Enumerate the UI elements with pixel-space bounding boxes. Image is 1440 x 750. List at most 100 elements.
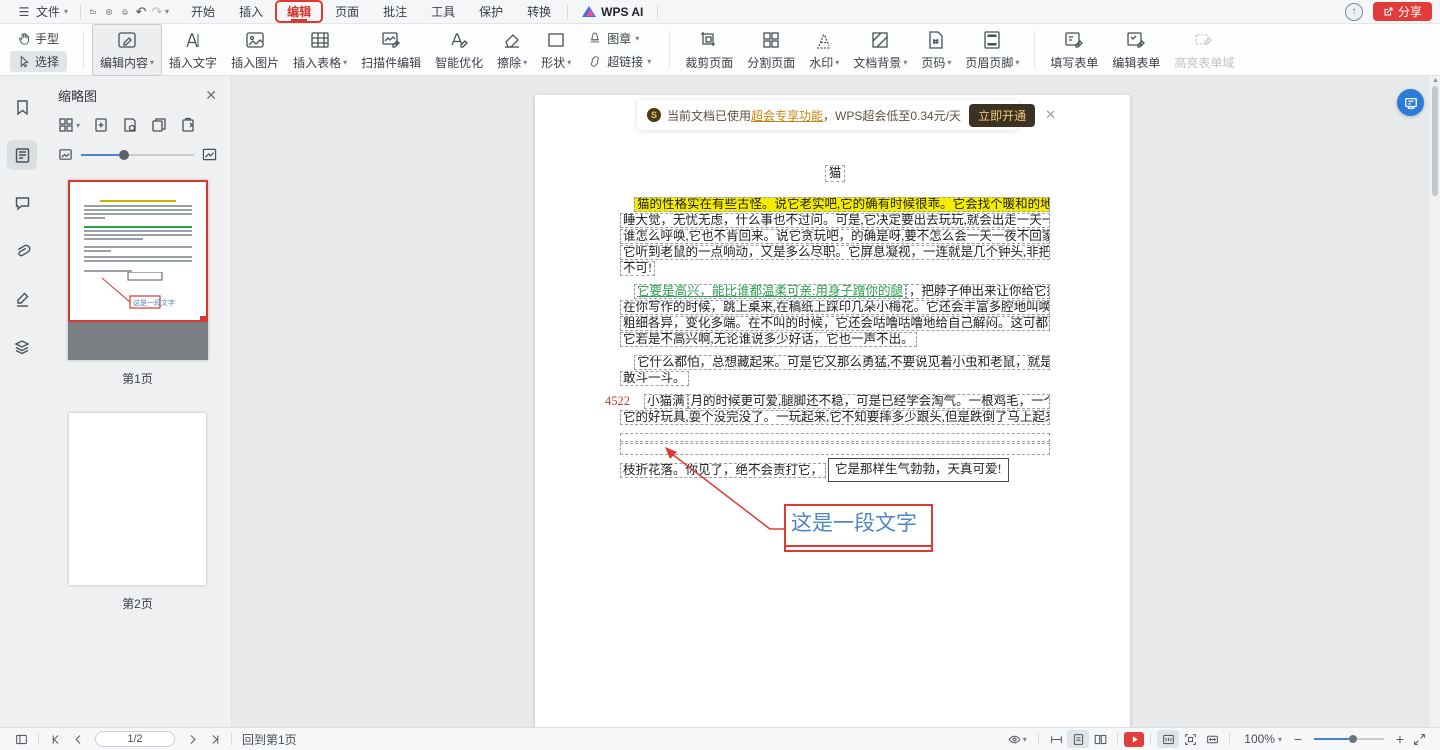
zoom-slider-knob[interactable] xyxy=(1349,735,1357,743)
text-segment[interactable]: 猫的性格实在有些古怪。说它老实吧,它的确有时候很乖。它会找个暖和的地方，成天 xyxy=(634,197,1050,212)
layers-icon[interactable] xyxy=(7,332,37,362)
small-thumbnail-icon[interactable] xyxy=(58,147,73,162)
text-segment[interactable]: ，把脖子伸出来让你给它抓痒，或是 xyxy=(906,284,1050,299)
text-segment[interactable]: 它若是不高兴啊,无论谁说多少好话，它也一声不出。 xyxy=(620,332,917,347)
tab-5[interactable]: 工具 xyxy=(419,0,467,23)
document-title[interactable]: 猫 xyxy=(620,165,1050,182)
close-icon[interactable]: ✕ xyxy=(205,87,217,104)
text-line-13[interactable] xyxy=(620,433,1050,442)
annotation-text-box[interactable]: 这是一段文字 xyxy=(784,504,933,552)
zoom-level-dropdown[interactable]: 100% ▾ xyxy=(1244,732,1282,746)
select-tool-button[interactable]: 选择 xyxy=(10,51,67,72)
tab-4[interactable]: 批注 xyxy=(371,0,419,23)
ribbon-button-编辑表单[interactable]: 编辑表单 xyxy=(1105,25,1167,75)
text-segment[interactable]: 它什么都怕，总想藏起来。可是它又那么勇猛,不要说见着小虫和老鼠，就是遇上蛇也 xyxy=(634,355,1050,370)
cloud-upload-icon[interactable]: ↑ xyxy=(1345,3,1363,21)
thumbnail-icon[interactable] xyxy=(7,140,37,170)
two-page-view-icon[interactable] xyxy=(1089,730,1111,748)
tab-1[interactable]: 插入 xyxy=(227,0,275,23)
view-mode-dropdown[interactable]: ▾ xyxy=(1002,730,1032,748)
paste-page-icon[interactable] xyxy=(180,117,196,133)
text-line-5[interactable]: 它要是高兴，能比谁都温柔可亲:用身子蹭你的腿，把脖子伸出来让你给它抓痒，或是 xyxy=(634,284,1050,299)
undo-icon[interactable]: ↶ xyxy=(133,4,149,20)
ribbon-button-扫描件编辑[interactable]: 扫描件编辑 xyxy=(354,25,428,75)
large-thumbnail-icon[interactable] xyxy=(202,147,217,162)
ribbon-button-插入文字[interactable]: 插入文字 xyxy=(162,25,224,75)
fit-page-icon[interactable] xyxy=(1179,730,1201,748)
page-thumbnail-1[interactable]: 这是一段文字 xyxy=(68,180,208,360)
text-segment[interactable]: 在你写作的时候，跳上桌来,在稿纸上踩印几朵小梅花。它还会丰富多腔地叫唤,长短不同… xyxy=(620,300,1050,315)
text-segment[interactable]: 敢斗一斗。 xyxy=(620,371,689,386)
tab-7[interactable]: 转换 xyxy=(515,0,563,23)
text-line-8[interactable]: 它若是不高兴啊,无论谁说多少好话，它也一声不出。 xyxy=(620,332,1050,347)
thumbnail-size-slider[interactable] xyxy=(81,154,194,156)
scrollbar-thumb[interactable] xyxy=(1432,86,1438,196)
first-page-button[interactable] xyxy=(45,730,67,748)
back-to-first-page-button[interactable]: 回到第1页 xyxy=(238,731,301,748)
prev-page-button[interactable] xyxy=(67,730,89,748)
banner-close-icon[interactable]: ✕ xyxy=(1045,107,1056,123)
file-menu[interactable]: ☰ 文件 ▾ xyxy=(8,0,76,24)
tab-6[interactable]: 保护 xyxy=(467,0,515,23)
text-segment[interactable]: 月的时候更可爱,腿脚还不稳，可是已经学会淘气。一根鸡毛，一个线团，都是 xyxy=(688,394,1050,409)
scroll-up-arrow[interactable]: ▲ xyxy=(1432,77,1439,84)
text-line-6[interactable]: 在你写作的时候，跳上桌来,在稿纸上踩印几朵小梅花。它还会丰富多腔地叫唤,长短不同… xyxy=(620,300,1050,315)
text-line-7[interactable]: 粗细各异，变化多端。在不叫的时候，它还会咕噜咕噜地给自己解闷。这可都凭它的高兴。 xyxy=(620,316,1050,331)
ribbon-button-分割页面[interactable]: 分割页面 xyxy=(740,25,802,75)
chevron-down-icon[interactable]: ▾ xyxy=(165,7,169,16)
hand-tool-button[interactable]: 手型 xyxy=(10,28,67,49)
boxed-text-segment[interactable]: 它是那样生气勃勃，天真可爱! xyxy=(828,458,1009,482)
ribbon-button-形状[interactable]: 形状▾ xyxy=(534,25,578,75)
ribbon-button-超链接[interactable]: 超链接▾ xyxy=(582,51,657,72)
ribbon-button-编辑内容[interactable]: 编辑内容▾ xyxy=(92,24,162,76)
comment-icon[interactable] xyxy=(7,188,37,218)
ribbon-button-填写表单[interactable]: 填写表单 xyxy=(1043,25,1105,75)
signature-icon[interactable] xyxy=(7,284,37,314)
text-segment[interactable]: 它听到老鼠的一点响动，又是多么尽职。它屏息凝视，一连就是几个钟头,非把老鼠等出来 xyxy=(620,245,1050,260)
page-thumbnail-2[interactable] xyxy=(69,413,206,585)
vip-feature-link[interactable]: 超会专享功能 xyxy=(751,109,823,123)
viewport-resize-handle[interactable] xyxy=(200,316,206,322)
tab-2[interactable]: 编辑 xyxy=(275,0,323,23)
text-line-15[interactable]: 枝折花落。你见了，绝不会责打它，它是那样生气勃勃，天真可爱! xyxy=(620,463,1050,478)
add-page-icon[interactable] xyxy=(93,117,109,133)
fullscreen-icon[interactable] xyxy=(1408,730,1430,748)
ribbon-button-图章[interactable]: 图章▾ xyxy=(582,28,657,49)
zoom-slider[interactable] xyxy=(1314,738,1384,740)
ribbon-button-页码[interactable]: 页码▾ xyxy=(914,25,958,75)
fit-width-icon[interactable] xyxy=(1201,730,1223,748)
redo-icon[interactable]: ↷ xyxy=(149,4,165,20)
text-line-4[interactable]: 不可! xyxy=(620,261,1050,276)
wps-ai-button[interactable]: WPS AI xyxy=(572,5,653,19)
text-segment[interactable]: 粗细各异，变化多端。在不叫的时候，它还会咕噜咕噜地给自己解闷。这可都凭它的高兴。 xyxy=(620,316,1050,331)
text-line-0[interactable]: 猫的性格实在有些古怪。说它老实吧,它的确有时候很乖。它会找个暖和的地方，成天 xyxy=(634,197,1050,212)
extract-page-icon[interactable] xyxy=(122,117,138,133)
text-line-10[interactable]: 敢斗一斗。 xyxy=(620,371,1050,386)
ribbon-button-水印[interactable]: 水印▾ xyxy=(802,25,846,75)
text-segment[interactable]: 小猫满 xyxy=(644,394,688,409)
tab-3[interactable]: 页面 xyxy=(323,0,371,23)
play-presentation-button[interactable] xyxy=(1124,732,1144,747)
open-folder-icon[interactable] xyxy=(85,4,101,20)
reading-mode-icon[interactable] xyxy=(1157,730,1179,748)
last-page-button[interactable] xyxy=(203,730,225,748)
text-segment[interactable]: 不可! xyxy=(620,261,655,276)
ribbon-button-智能优化[interactable]: 智能优化 xyxy=(428,25,490,75)
text-segment[interactable]: 枝折花落。你见了，绝不会责打它， xyxy=(620,463,826,478)
text-line-2[interactable]: 谁怎么呼唤,它也不肯回来。说它贪玩吧，的确是呀,要不怎么会一天一夜不回家呢?可是… xyxy=(620,229,1050,244)
page-indicator-input[interactable]: 1/2 xyxy=(95,731,175,747)
layout-grid-icon[interactable]: ▾ xyxy=(58,117,80,133)
tab-0[interactable]: 开始 xyxy=(179,0,227,23)
text-line-14[interactable] xyxy=(620,443,1050,455)
activate-now-button[interactable]: 立即开通 xyxy=(969,104,1035,127)
document-page[interactable]: 猫 猫的性格实在有些古怪。说它老实吧,它的确有时候很乖。它会找个暖和的地方，成天… xyxy=(535,95,1130,727)
continuous-scroll-icon[interactable] xyxy=(1045,730,1067,748)
text-segment[interactable]: 它的好玩具,耍个没完没了。一玩起来,它不知要摔多少跟头,但是跌倒了马上起来,再跑 xyxy=(620,410,1050,425)
ribbon-button-裁剪页面[interactable]: 裁剪页面 xyxy=(678,25,740,75)
print-icon[interactable] xyxy=(117,4,133,20)
sidebar-toggle-icon[interactable] xyxy=(10,730,32,748)
search-icon[interactable] xyxy=(662,4,678,20)
text-line-12[interactable]: 它的好玩具,耍个没完没了。一玩起来,它不知要摔多少跟头,但是跌倒了马上起来,再跑 xyxy=(620,410,1050,425)
slider-knob[interactable] xyxy=(119,150,129,160)
ribbon-button-插入图片[interactable]: 插入图片 xyxy=(224,25,286,75)
